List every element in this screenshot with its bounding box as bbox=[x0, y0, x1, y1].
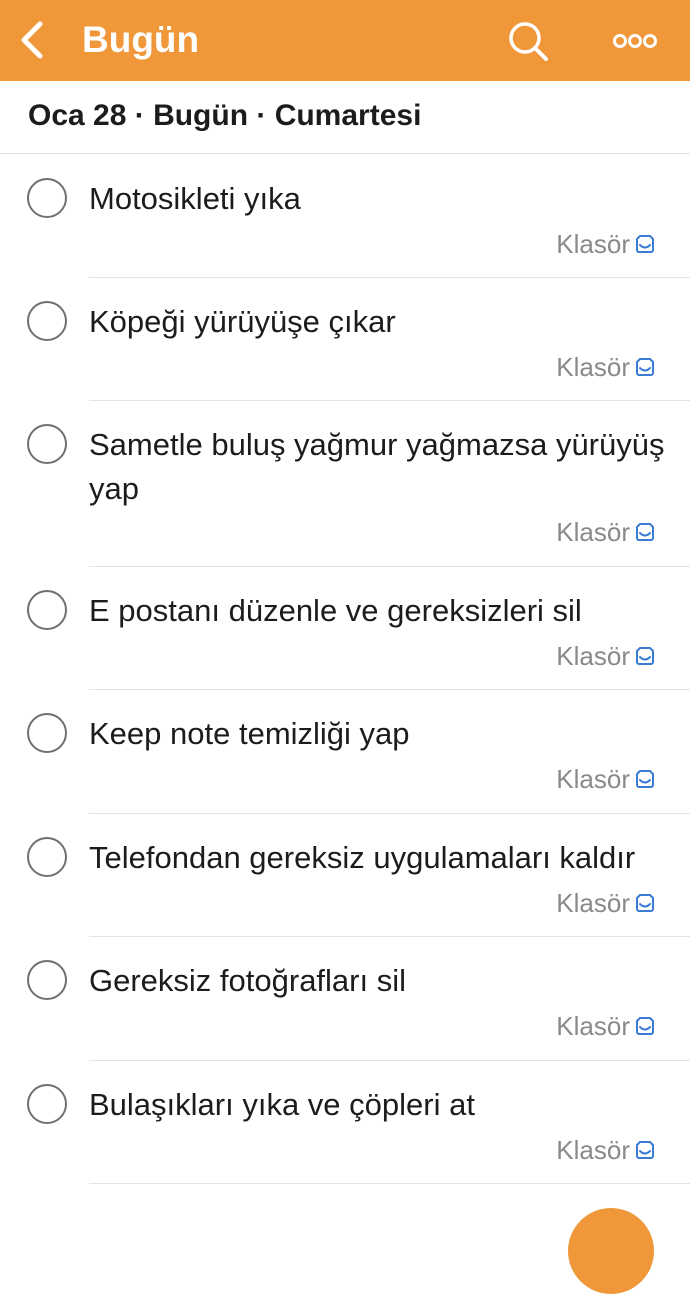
task-folder: Klasör bbox=[556, 762, 656, 796]
task-folder: Klasör bbox=[556, 227, 656, 261]
task-row[interactable]: Gereksiz fotoğrafları sil Klasör bbox=[0, 937, 690, 1061]
inbox-tray-icon bbox=[636, 1141, 654, 1159]
task-folder: Klasör bbox=[556, 1133, 656, 1167]
folder-label: Klasör bbox=[556, 351, 630, 382]
inbox-tray-icon bbox=[636, 1017, 654, 1035]
task-title: Telefondan gereksiz uygulamaları kaldır bbox=[89, 840, 636, 875]
task-row[interactable]: Motosikleti yıka Klasör bbox=[0, 155, 690, 278]
task-folder: Klasör bbox=[556, 639, 656, 673]
inbox-tray-icon bbox=[636, 235, 654, 253]
task-title: Köpeği yürüyüşe çıkar bbox=[89, 304, 396, 339]
folder-label: Klasör bbox=[556, 887, 630, 918]
task-row[interactable]: E postanı düzenle ve gereksizleri sil Kla… bbox=[0, 567, 690, 690]
inbox-tray-icon bbox=[636, 894, 654, 912]
more-dots-icon bbox=[613, 34, 657, 48]
folder-label: Klasör bbox=[556, 1010, 630, 1041]
task-title: Bulaşıkları yıka ve çöpleri at bbox=[89, 1087, 475, 1122]
navigation-bar: Bugün bbox=[0, 0, 690, 81]
inbox-tray-icon bbox=[636, 647, 654, 665]
folder-label: Klasör bbox=[556, 1134, 630, 1165]
task-checkbox[interactable] bbox=[27, 590, 67, 630]
inbox-tray-icon bbox=[636, 770, 654, 788]
search-icon bbox=[509, 22, 548, 61]
task-folder: Klasör bbox=[556, 886, 656, 920]
task-row[interactable]: Köpeği yürüyüşe çıkar Klasör bbox=[0, 278, 690, 401]
task-row[interactable]: Sametle buluş yağmur yağmazsa yürüyüş ya… bbox=[0, 401, 690, 567]
task-title: E postanı düzenle ve gereksizleri sil bbox=[89, 593, 582, 628]
back-button[interactable] bbox=[12, 18, 52, 62]
task-row[interactable]: Keep note temizliği yap Klasör bbox=[0, 690, 690, 814]
date-label: Oca 28 · Bugün · Cumartesi bbox=[28, 99, 422, 132]
task-folder: Klasör bbox=[556, 350, 656, 384]
task-checkbox[interactable] bbox=[27, 424, 67, 464]
chevron-left-icon bbox=[21, 21, 43, 59]
task-checkbox[interactable] bbox=[27, 178, 67, 218]
inbox-tray-icon bbox=[636, 523, 654, 541]
search-button[interactable] bbox=[505, 18, 551, 64]
row-divider bbox=[89, 1183, 690, 1184]
task-row[interactable]: Telefondan gereksiz uygulamaları kaldır K… bbox=[0, 814, 690, 937]
task-folder: Klasör bbox=[556, 1009, 656, 1043]
more-options-button[interactable] bbox=[610, 24, 660, 58]
date-section-header: Oca 28 · Bugün · Cumartesi bbox=[0, 81, 690, 154]
inbox-tray-icon bbox=[636, 358, 654, 376]
task-title: Keep note temizliği yap bbox=[89, 716, 410, 751]
task-checkbox[interactable] bbox=[27, 837, 67, 877]
task-row[interactable]: Bulaşıkları yıka ve çöpleri at Klasör bbox=[0, 1061, 690, 1184]
task-title: Sametle buluş yağmur yağmazsa yürüyüş ya… bbox=[89, 427, 665, 506]
task-checkbox[interactable] bbox=[27, 1084, 67, 1124]
folder-label: Klasör bbox=[556, 640, 630, 671]
folder-label: Klasör bbox=[556, 228, 630, 259]
task-title: Gereksiz fotoğrafları sil bbox=[89, 963, 406, 998]
task-checkbox[interactable] bbox=[27, 960, 67, 1000]
page-title: Bugün bbox=[82, 19, 200, 60]
folder-label: Klasör bbox=[556, 763, 630, 794]
task-folder: Klasör bbox=[556, 515, 656, 549]
task-title: Motosikleti yıka bbox=[89, 181, 301, 216]
task-checkbox[interactable] bbox=[27, 301, 67, 341]
folder-label: Klasör bbox=[556, 516, 630, 547]
task-checkbox[interactable] bbox=[27, 713, 67, 753]
